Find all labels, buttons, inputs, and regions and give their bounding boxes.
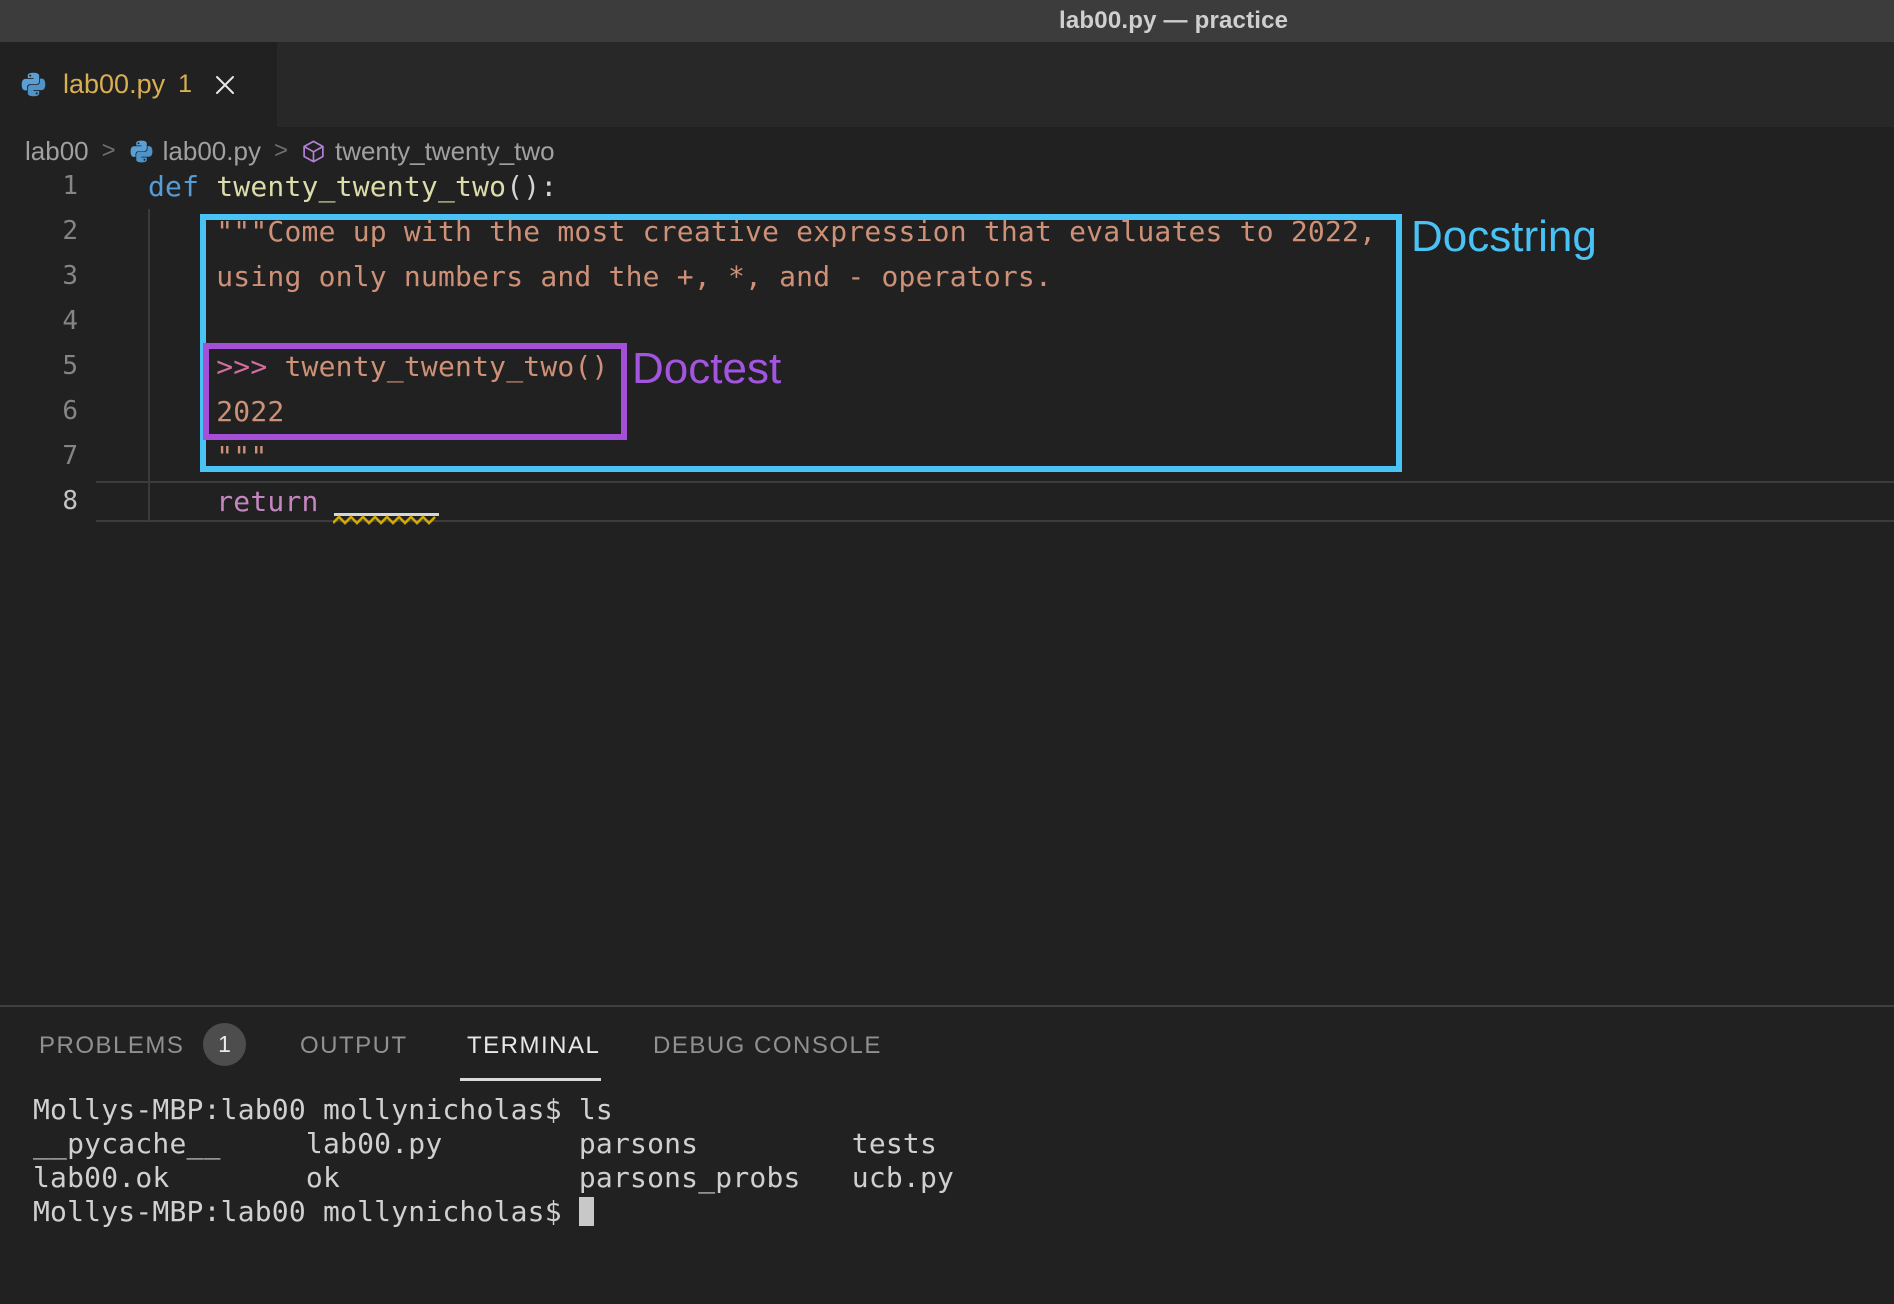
doctest-annotation-label: Doctest (632, 344, 781, 394)
keyword-def: def (148, 170, 216, 203)
function-name: twenty_twenty_two (216, 170, 506, 203)
code-line-8[interactable]: return (148, 479, 319, 524)
punctuation: (): (506, 170, 557, 203)
tab-close-icon[interactable] (213, 73, 237, 97)
tab-filename: lab00.py (63, 69, 165, 100)
terminal-line: Mollys-MBP:lab00 mollynicholas$ ls (33, 1093, 613, 1127)
terminal-prompt-text: Mollys-MBP:lab00 mollynicholas$ (33, 1195, 579, 1228)
tab-modified-badge: 1 (178, 70, 192, 99)
python-file-icon (129, 139, 154, 164)
panel-separator (0, 1005, 1894, 1007)
editor-tab-bar: lab00.py 1 (0, 42, 1894, 127)
chevron-right-icon: > (102, 137, 116, 165)
line-number: 6 (0, 389, 78, 434)
line-number-active: 8 (0, 479, 78, 524)
problems-count-badge: 1 (203, 1023, 246, 1066)
window-title: lab00.py — practice (1059, 0, 1288, 42)
terminal-prompt-line[interactable]: Mollys-MBP:lab00 mollynicholas$ (33, 1195, 594, 1229)
line-number: 1 (0, 164, 78, 209)
code-line-1[interactable]: def twenty_twenty_two(): (148, 164, 557, 209)
doctest-annotation-box (203, 343, 627, 440)
line-number: 7 (0, 434, 78, 479)
keyword-return: return (148, 485, 319, 518)
chevron-right-icon: > (274, 137, 288, 165)
symbol-namespace-cube-icon (301, 139, 326, 164)
line-number: 2 (0, 209, 78, 254)
line-number: 5 (0, 344, 78, 389)
panel-tab-debug-console[interactable]: DEBUG CONSOLE (653, 1031, 882, 1061)
line-number: 4 (0, 299, 78, 344)
panel-tab-problems[interactable]: PROBLEMS (39, 1031, 184, 1061)
panel-tab-output[interactable]: OUTPUT (300, 1031, 408, 1061)
docstring-annotation-label: Docstring (1411, 212, 1597, 262)
active-panel-tab-underline (460, 1078, 601, 1081)
warning-squiggle (333, 515, 438, 526)
terminal-cursor (579, 1197, 594, 1226)
title-bar: lab00.py — practice (0, 0, 1894, 42)
tab-lab00-py[interactable]: lab00.py 1 (0, 42, 277, 127)
panel-tab-terminal[interactable]: TERMINAL (467, 1031, 600, 1061)
breadcrumb-item-symbol[interactable]: twenty_twenty_two (335, 136, 555, 167)
terminal-line: __pycache__ lab00.py parsons tests (33, 1127, 937, 1161)
vscode-window: lab00.py — practice lab00.py 1 lab00 > l… (0, 0, 1894, 1304)
terminal-line: lab00.ok ok parsons_probs ucb.py (33, 1161, 954, 1195)
line-number: 3 (0, 254, 78, 299)
python-file-icon (20, 71, 47, 98)
breadcrumb-item-folder[interactable]: lab00 (25, 136, 89, 167)
breadcrumb-item-file[interactable]: lab00.py (163, 136, 261, 167)
